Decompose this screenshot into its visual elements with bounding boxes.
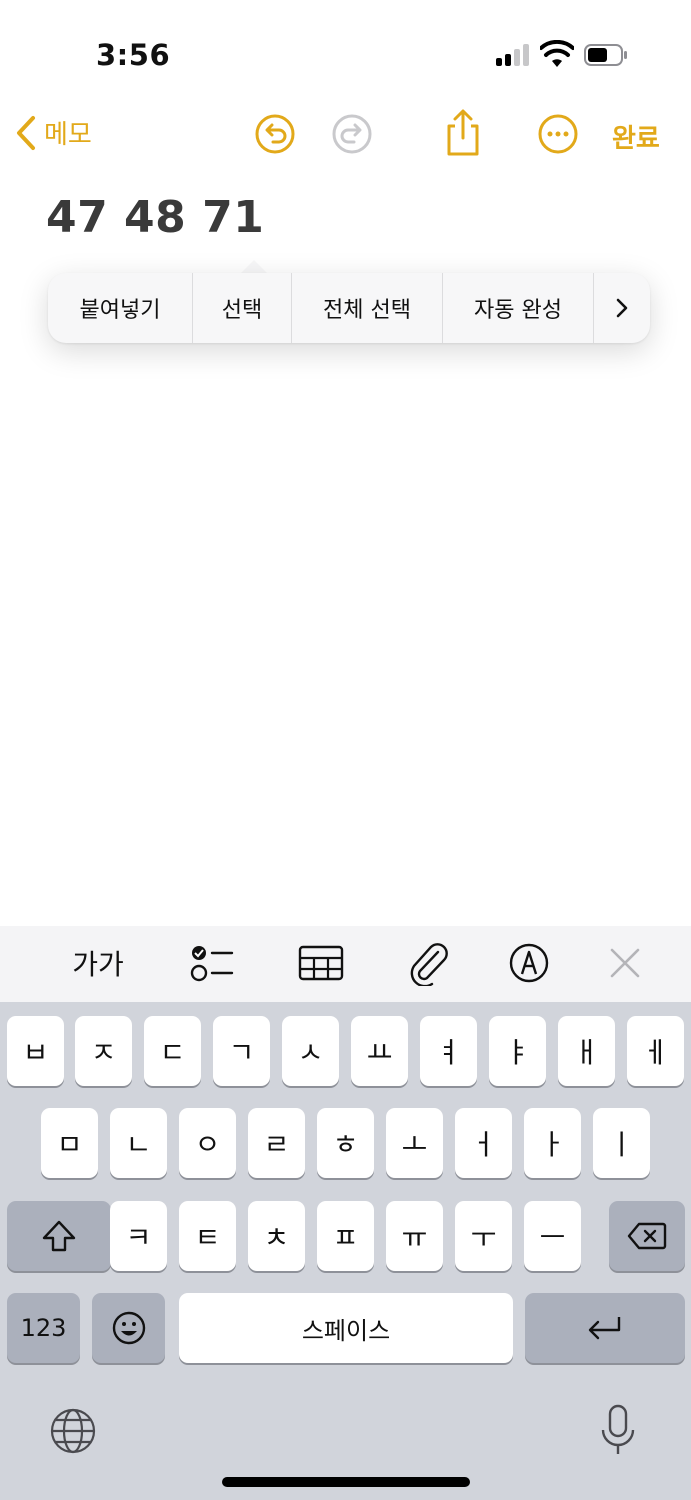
numbers-key[interactable]: 123 xyxy=(7,1293,80,1363)
key-row1[interactable]: ㄷ xyxy=(144,1016,201,1086)
menu-item-autofill[interactable]: 자동 완성 xyxy=(443,273,594,343)
wifi-icon xyxy=(540,40,574,67)
key-row2[interactable]: ㅁ xyxy=(41,1108,98,1178)
key-row2[interactable]: ㅣ xyxy=(593,1108,650,1178)
key-row3[interactable]: ㅡ xyxy=(524,1201,581,1271)
key-row2[interactable]: ㅎ xyxy=(317,1108,374,1178)
chevron-left-icon xyxy=(17,115,35,150)
menu-item-select[interactable]: 선택 xyxy=(193,273,292,343)
context-menu-pointer xyxy=(240,260,268,274)
note-text[interactable]: 47 48 71 xyxy=(46,192,264,243)
key-row3[interactable]: ㅍ xyxy=(317,1201,374,1271)
key-row3[interactable]: ㅜ xyxy=(455,1201,512,1271)
more-icon[interactable] xyxy=(536,112,580,156)
close-keyboard-icon[interactable] xyxy=(600,940,650,986)
menu-item-paste[interactable]: 붙여넣기 xyxy=(48,273,193,343)
key-row1[interactable]: ㅔ xyxy=(627,1016,684,1086)
chevron-right-icon xyxy=(616,298,628,318)
key-row3[interactable]: ㅠ xyxy=(386,1201,443,1271)
done-button[interactable]: 완료 xyxy=(612,118,660,155)
key-row1[interactable]: ㅑ xyxy=(489,1016,546,1086)
return-icon xyxy=(588,1317,621,1340)
text-format-button[interactable]: 가가 xyxy=(70,940,126,986)
key-row2[interactable]: ㅓ xyxy=(455,1108,512,1178)
home-indicator[interactable] xyxy=(222,1477,470,1487)
menu-item-select-all[interactable]: 전체 선택 xyxy=(292,273,443,343)
key-row1[interactable]: ㅛ xyxy=(351,1016,408,1086)
key-row1[interactable]: ㄱ xyxy=(213,1016,270,1086)
paperclip-icon[interactable] xyxy=(404,940,454,986)
checklist-icon[interactable] xyxy=(186,940,236,986)
key-row2[interactable]: ㅗ xyxy=(386,1108,443,1178)
redo-icon[interactable] xyxy=(330,112,374,156)
key-row2[interactable]: ㄹ xyxy=(248,1108,305,1178)
key-row3[interactable]: ㅌ xyxy=(179,1201,236,1271)
key-row3[interactable]: ㅋ xyxy=(110,1201,167,1271)
key-row1[interactable]: ㅅ xyxy=(282,1016,339,1086)
back-label: 메모 xyxy=(44,120,92,150)
key-row1[interactable]: ㅐ xyxy=(558,1016,615,1086)
key-row2[interactable]: ㅇ xyxy=(179,1108,236,1178)
shift-key[interactable] xyxy=(7,1201,111,1271)
shift-icon xyxy=(42,1220,76,1252)
globe-icon[interactable] xyxy=(48,1406,98,1456)
key-row2[interactable]: ㄴ xyxy=(110,1108,167,1178)
markup-pen-icon[interactable] xyxy=(504,940,554,986)
delete-key[interactable] xyxy=(609,1201,685,1271)
context-menu: 붙여넣기 선택 전체 선택 자동 완성 xyxy=(48,273,650,343)
menu-more-button[interactable] xyxy=(594,273,650,343)
backspace-icon xyxy=(627,1222,667,1250)
key-row1[interactable]: ㅈ xyxy=(75,1016,132,1086)
undo-icon[interactable] xyxy=(253,112,297,156)
key-row1[interactable]: ㅕ xyxy=(420,1016,477,1086)
emoji-key[interactable] xyxy=(92,1293,165,1363)
space-key[interactable]: 스페이스 xyxy=(179,1293,513,1363)
cellular-signal-icon xyxy=(496,44,530,66)
return-key[interactable] xyxy=(525,1293,685,1363)
share-icon[interactable] xyxy=(441,108,485,158)
key-row1[interactable]: ㅂ xyxy=(7,1016,64,1086)
key-row3[interactable]: ㅊ xyxy=(248,1201,305,1271)
emoji-icon xyxy=(112,1311,145,1345)
microphone-icon[interactable] xyxy=(598,1402,638,1458)
status-time: 3:56 xyxy=(96,38,171,72)
back-button[interactable]: 메모 xyxy=(14,114,92,151)
battery-icon xyxy=(584,44,627,66)
key-row2[interactable]: ㅏ xyxy=(524,1108,581,1178)
table-icon[interactable] xyxy=(296,940,346,986)
